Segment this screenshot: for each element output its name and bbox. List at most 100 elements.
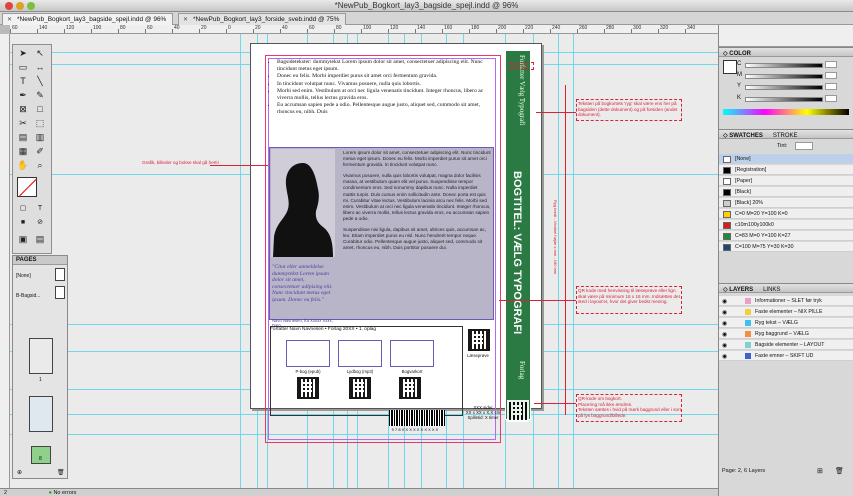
direct-selection-tool-icon[interactable]: ↖: [33, 47, 47, 59]
audiobook-box[interactable]: [338, 340, 382, 367]
page-2-thumb[interactable]: [29, 396, 53, 432]
swatch-row[interactable]: c10m100y100k0: [719, 220, 853, 230]
swatches-tab[interactable]: SWATCHES: [729, 133, 763, 139]
swatch-row[interactable]: C=83 M=0 Y=100 K=27: [719, 231, 853, 241]
page-field[interactable]: 2: [4, 490, 7, 496]
normal-view-icon[interactable]: ▣: [16, 233, 30, 245]
pencil-tool-icon[interactable]: ✎: [33, 89, 47, 101]
body-text[interactable]: Lorem ipsum dolor sit amet, consectetuer…: [343, 150, 491, 256]
apply-color-icon[interactable]: ■: [16, 217, 30, 229]
swatches-panel-header[interactable]: ◇ SWATCHES STROKE: [719, 129, 853, 139]
k-field[interactable]: [825, 95, 837, 102]
vertical-ruler[interactable]: [0, 34, 10, 488]
y-field[interactable]: [825, 83, 837, 90]
swatch-row[interactable]: C=100 M=75 Y=30 K=30: [719, 242, 853, 252]
book-spine[interactable]: Forfatter Vælg Typografi BOGTITEL: VÆLG …: [505, 50, 531, 420]
fill-swatch[interactable]: [723, 60, 737, 74]
c-field[interactable]: [825, 61, 837, 68]
stroke-tab[interactable]: STROKE: [773, 133, 798, 139]
swatch-row[interactable]: [Black]: [719, 187, 853, 197]
line-tool-icon[interactable]: ╲: [33, 75, 47, 87]
bogvarkort-box[interactable]: [390, 340, 434, 367]
page-1-thumb[interactable]: [29, 338, 53, 374]
zoom-tool-icon[interactable]: ⌕: [33, 159, 47, 171]
master-b-thumb[interactable]: [55, 286, 65, 299]
eyedropper-tool-icon[interactable]: ✐: [33, 145, 47, 157]
guide[interactable]: [558, 34, 559, 488]
preflight-status[interactable]: No errors: [53, 490, 76, 496]
apply-none-icon[interactable]: ⊘: [33, 217, 47, 229]
visibility-eye-icon[interactable]: ◉: [722, 342, 727, 349]
rectangle-tool-icon[interactable]: □: [33, 103, 47, 115]
swatch-row[interactable]: C=0 M=20 Y=100 K=0: [719, 209, 853, 219]
isbn-barcode[interactable]: [389, 410, 445, 426]
new-page-icon[interactable]: ⊕: [17, 469, 22, 476]
tint-field[interactable]: [795, 142, 813, 150]
layer-row[interactable]: ◉ Faste elementer – NIX PILLE: [719, 307, 853, 317]
layer-row[interactable]: ◉ Informationer – SLET før tryk: [719, 296, 853, 306]
swatch-row[interactable]: [None]: [719, 154, 853, 164]
free-transform-tool-icon[interactable]: ⬚: [33, 117, 47, 129]
color-panel-header[interactable]: ◇ COLOR: [719, 47, 853, 57]
note-tool-icon[interactable]: ▦: [16, 145, 30, 157]
hand-tool-icon[interactable]: ✋: [16, 159, 30, 171]
visibility-eye-icon[interactable]: ◉: [722, 309, 727, 316]
links-tab[interactable]: LINKS: [763, 287, 780, 293]
pen-tool-icon[interactable]: ✒: [16, 89, 30, 101]
close-tab-icon[interactable]: ✕: [183, 16, 188, 23]
layer-row[interactable]: ◉ Bagside elementer – LAYOUT: [719, 340, 853, 350]
formatting-container-icon[interactable]: ▢: [16, 203, 30, 215]
qr-code-bogvarkort[interactable]: [399, 377, 421, 399]
qr-code-ebook[interactable]: [297, 377, 319, 399]
guide[interactable]: [573, 34, 574, 488]
guide[interactable]: [240, 34, 241, 488]
qr-code-audiobook[interactable]: [349, 377, 371, 399]
layer-row[interactable]: ◉ Ryg tekst – VÆLG: [719, 318, 853, 328]
delete-layer-icon[interactable]: 🗑: [835, 467, 844, 475]
layer-row[interactable]: ◉ Ryg baggrund – VÆLG: [719, 329, 853, 339]
preview-view-icon[interactable]: ▤: [33, 233, 47, 245]
fill-stroke-icon[interactable]: [17, 177, 37, 197]
horizontal-ruler[interactable]: 60 140 120 100 80 60 40 20 0 20 40 60 80 100 120 140 160…: [10, 25, 718, 34]
rectangle-frame-tool-icon[interactable]: ⊠: [16, 103, 30, 115]
master-b[interactable]: B-Bagsid...: [16, 293, 40, 299]
qr-code-bogkort[interactable]: [507, 400, 529, 422]
swatch-row[interactable]: [Black] 20%: [719, 198, 853, 208]
author-photo[interactable]: [271, 149, 335, 257]
formatting-text-icon[interactable]: T: [33, 203, 47, 215]
tab-forside[interactable]: ✕ *NewPub_Bogkort_lay3_forside_sveb.indd …: [178, 13, 347, 25]
gradient-feather-tool-icon[interactable]: ▥: [33, 131, 47, 143]
gradient-swatch-tool-icon[interactable]: ▤: [16, 131, 30, 143]
review-quote[interactable]: "Citat eller anmeldelse dummytekst Lorem…: [272, 264, 334, 304]
new-layer-icon[interactable]: ⊞: [817, 467, 823, 475]
page-number: 8: [39, 456, 42, 462]
layers-panel-header[interactable]: ◇ LAYERS LINKS: [719, 283, 853, 293]
m-slider[interactable]: [745, 74, 823, 79]
swatch-row[interactable]: [Registration]: [719, 165, 853, 175]
swatch-row[interactable]: [Paper]: [719, 176, 853, 186]
k-slider[interactable]: [745, 97, 823, 102]
color-spectrum[interactable]: [723, 109, 849, 115]
type-tool-icon[interactable]: T: [16, 75, 30, 87]
selection-tool-icon[interactable]: ➤: [16, 47, 30, 59]
trash-icon[interactable]: 🗑: [57, 469, 65, 476]
ebook-box[interactable]: [286, 340, 330, 367]
layers-tab[interactable]: LAYERS: [729, 287, 753, 293]
layer-row[interactable]: ◉ Faste emner – SKIFT UD: [719, 351, 853, 361]
close-tab-icon[interactable]: ✕: [7, 16, 12, 23]
visibility-eye-icon[interactable]: ◉: [722, 353, 727, 360]
master-none-thumb[interactable]: [55, 268, 65, 281]
gap-tool-icon[interactable]: ↔: [33, 61, 47, 73]
back-cover-bullets[interactable]: Bagsidetekster: dummytekst Lorem ipsum d…: [269, 59, 492, 117]
qr-code-laeseprove[interactable]: [468, 329, 490, 351]
c-slider[interactable]: [745, 63, 823, 68]
scissors-tool-icon[interactable]: ✂: [16, 117, 30, 129]
visibility-eye-icon[interactable]: ◉: [722, 331, 727, 338]
master-none[interactable]: [None]: [16, 273, 31, 279]
visibility-eye-icon[interactable]: ◉: [722, 298, 727, 305]
tab-bagside[interactable]: ✕ *NewPub_Bogkort_lay3_bagside_spejl.indd…: [2, 13, 174, 25]
page-tool-icon[interactable]: ▭: [16, 61, 30, 73]
visibility-eye-icon[interactable]: ◉: [722, 320, 727, 327]
y-slider[interactable]: [745, 85, 823, 90]
m-field[interactable]: [825, 72, 837, 79]
